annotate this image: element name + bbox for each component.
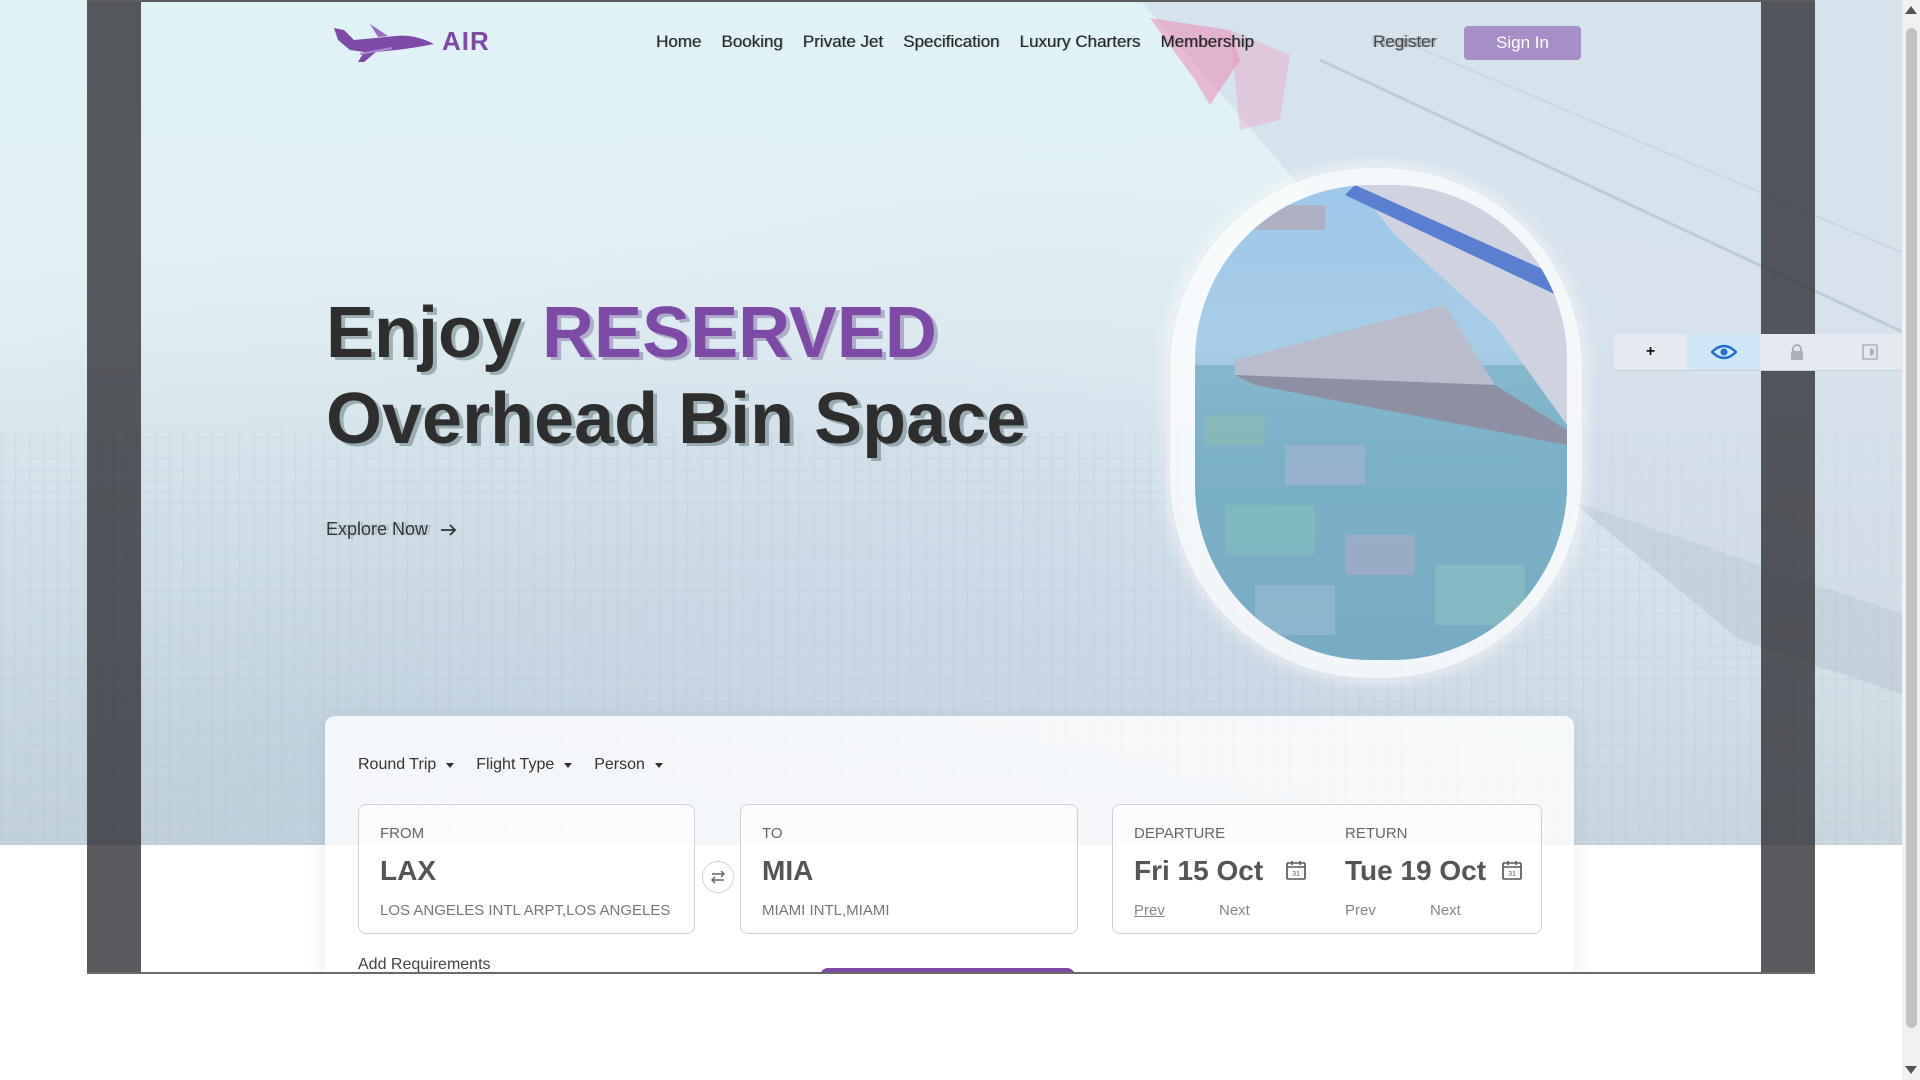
register-link[interactable]: Register xyxy=(1373,32,1436,52)
departure-prev-link[interactable]: Prev xyxy=(1134,902,1165,919)
swap-icon xyxy=(711,870,725,884)
person-label: Person xyxy=(594,756,645,773)
return-date-picker[interactable]: RETURN Tue 19 Oct 31 Prev Next xyxy=(1345,805,1525,933)
nav-membership[interactable]: Membership xyxy=(1160,32,1254,52)
to-field[interactable]: TO MIA MIAMI INTL,MIAMI xyxy=(740,804,1078,934)
plus-icon: + xyxy=(1645,343,1656,360)
arrow-right-icon xyxy=(441,523,457,536)
brand-logo[interactable]: AIR xyxy=(330,18,490,64)
toolbar-view-button[interactable] xyxy=(1687,334,1760,370)
scroll-down-icon[interactable] xyxy=(1905,1066,1917,1074)
departure-date-picker[interactable]: DEPARTURE Fri 15 Oct 31 Prev Next xyxy=(1134,805,1314,933)
departure-label: DEPARTURE xyxy=(1134,825,1226,842)
return-next-link[interactable]: Next xyxy=(1430,902,1461,919)
sign-in-button[interactable]: Sign In xyxy=(1464,26,1581,60)
departure-date: Fri 15 Oct xyxy=(1134,855,1264,886)
calendar-icon[interactable]: 31 xyxy=(1285,859,1307,881)
from-field[interactable]: FROM LAX LOS ANGELES INTL ARPT,LOS ANGEL… xyxy=(358,804,695,934)
contrast-icon xyxy=(1861,344,1878,360)
hero-title-accent: RESERVED xyxy=(542,293,937,373)
eye-icon xyxy=(1710,344,1737,360)
person-dropdown[interactable]: Person xyxy=(594,756,663,774)
flight-type-label: Flight Type xyxy=(476,756,555,773)
to-code: MIA xyxy=(762,855,814,886)
flight-type-dropdown[interactable]: Flight Type xyxy=(476,756,573,774)
page-below-fold xyxy=(0,973,1920,1080)
lock-icon xyxy=(1790,344,1803,360)
explore-now-label: Explore Now xyxy=(326,519,429,539)
chevron-down-icon xyxy=(654,762,663,768)
trip-type-dropdown[interactable]: Round Trip xyxy=(358,756,455,774)
toolbar-contrast-button[interactable] xyxy=(1833,334,1906,370)
nav-private-jet[interactable]: Private Jet xyxy=(803,32,883,52)
wing-view-image xyxy=(1195,185,1567,660)
return-prev-link[interactable]: Prev xyxy=(1345,902,1376,919)
from-code: LAX xyxy=(380,855,436,886)
nav-luxury-charters[interactable]: Luxury Charters xyxy=(1020,32,1141,52)
trip-type-label: Round Trip xyxy=(358,756,437,773)
screen-frame-top xyxy=(87,0,1815,2)
toolbar-lock-button[interactable] xyxy=(1760,334,1833,370)
return-label: RETURN xyxy=(1345,825,1408,842)
hero-title-line2: Overhead Bin Space xyxy=(326,379,1027,459)
side-toolbar: + xyxy=(1614,334,1906,371)
departure-next-link[interactable]: Next xyxy=(1219,902,1250,919)
nav-booking[interactable]: Booking xyxy=(721,32,782,52)
airplane-logo-icon xyxy=(334,24,434,62)
chevron-down-icon xyxy=(446,762,455,768)
airplane-window-view xyxy=(1195,185,1567,660)
screen-frame-left xyxy=(87,0,141,973)
from-airport: LOS ANGELES INTL ARPT,LOS ANGELES xyxy=(380,902,671,919)
calendar-icon[interactable]: 31 xyxy=(1501,859,1523,881)
flight-booking-panel: Round Trip Flight Type Person FROM LAX L… xyxy=(325,716,1574,980)
nav-home[interactable]: Home xyxy=(656,32,701,52)
hero-title-word: Enjoy xyxy=(326,293,523,373)
to-airport: MIAMI INTL,MIAMI xyxy=(762,902,890,919)
to-label: TO xyxy=(762,825,783,842)
swap-locations-button[interactable] xyxy=(702,861,734,893)
screen-frame-right xyxy=(1761,0,1815,973)
hero-title: Enjoy RESERVED Overhead Bin Space xyxy=(326,290,1026,462)
main-nav: Home Booking Private Jet Specification L… xyxy=(656,32,1254,52)
svg-text:31: 31 xyxy=(1508,871,1516,878)
logo-text: AIR xyxy=(442,25,490,56)
hero-title-line1: Enjoy RESERVED xyxy=(326,290,1026,376)
from-label: FROM xyxy=(380,825,425,842)
return-date: Tue 19 Oct xyxy=(1345,855,1487,886)
chevron-down-icon xyxy=(564,762,573,768)
nav-specification[interactable]: Specification xyxy=(903,32,999,52)
explore-now-link[interactable]: Explore Now xyxy=(326,519,458,540)
scroll-up-icon[interactable] xyxy=(1905,6,1917,14)
toolbar-add-button[interactable]: + xyxy=(1614,334,1687,370)
scrollbar-thumb[interactable] xyxy=(1906,28,1917,1028)
dates-field: DEPARTURE Fri 15 Oct 31 Prev Next RETURN… xyxy=(1112,804,1542,934)
booking-filters: Round Trip Flight Type Person xyxy=(358,756,663,774)
screen-frame-bottom xyxy=(87,972,1815,974)
svg-text:31: 31 xyxy=(1292,871,1300,878)
